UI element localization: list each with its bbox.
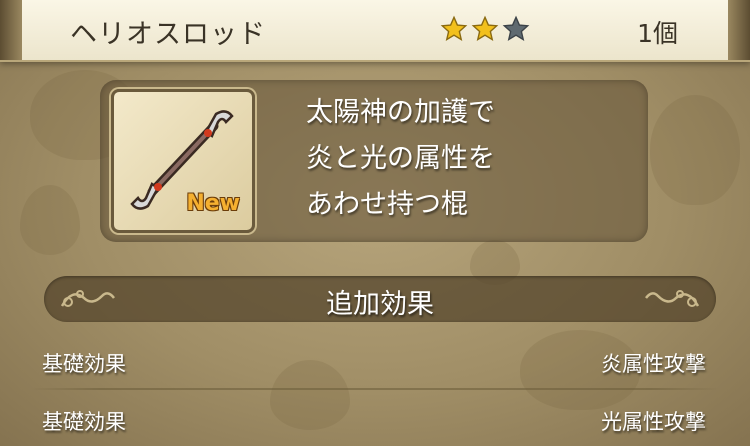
ornament-scroll-icon <box>645 290 700 307</box>
effect-label: 基礎効果 <box>42 352 126 376</box>
effect-value: 炎属性攻撃 <box>601 352 706 376</box>
header-edge-left <box>0 0 22 60</box>
effect-label: 基礎効果 <box>42 410 126 434</box>
star-filled-icon <box>471 15 499 41</box>
item-name: ヘリオスロッド <box>70 19 266 50</box>
item-info-panel: New 太陽神の加護で 炎と光の属性を あわせ持つ棍 <box>100 80 648 242</box>
row-divider <box>30 388 720 390</box>
effect-value: 光属性攻撃 <box>601 410 706 434</box>
star-empty-icon <box>502 15 530 41</box>
effect-row: 基礎効果 炎属性攻撃 <box>0 340 750 384</box>
rarity-stars <box>440 15 530 43</box>
item-header: ヘリオスロッド 1個 <box>0 0 750 62</box>
item-count: 1個 <box>637 19 678 48</box>
additional-effects-header: 追加効果 <box>44 276 716 322</box>
description-line: 太陽神の加護で <box>306 97 495 128</box>
background-leaf <box>650 95 740 205</box>
description-line: 炎と光の属性を <box>306 143 495 174</box>
header-edge-right <box>728 0 750 60</box>
description-line: あわせ持つ棍 <box>306 189 468 220</box>
effect-row: 基礎効果 光属性攻撃 <box>0 398 750 442</box>
item-icon-frame: New <box>111 89 255 233</box>
item-description: 太陽神の加護で 炎と光の属性を あわせ持つ棍 <box>306 90 636 228</box>
new-badge: New <box>186 191 240 216</box>
additional-effects-title: 追加効果 <box>326 289 434 320</box>
star-filled-icon <box>440 15 468 41</box>
background-slime <box>20 185 80 255</box>
